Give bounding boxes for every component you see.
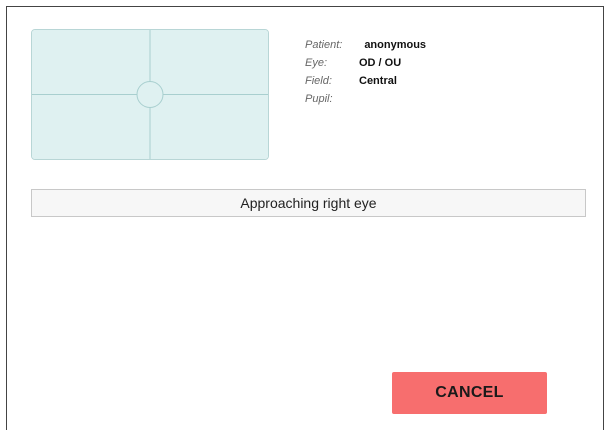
eye-camera-preview bbox=[31, 29, 269, 160]
patient-row: Patient: anonymous bbox=[305, 39, 426, 57]
field-value: Central bbox=[359, 75, 397, 87]
eye-crosshair-icon bbox=[32, 30, 268, 159]
pupil-row: Pupil: bbox=[305, 93, 426, 111]
patient-label: Patient: bbox=[305, 39, 343, 51]
cancel-button[interactable]: CANCEL bbox=[392, 372, 547, 414]
eye-row: Eye: OD / OU bbox=[305, 57, 426, 75]
eye-value: OD / OU bbox=[359, 57, 402, 69]
test-panel: Patient: anonymous Eye: OD / OU Field: C… bbox=[6, 6, 604, 430]
field-label: Field: bbox=[305, 75, 332, 87]
pupil-label: Pupil: bbox=[305, 93, 333, 105]
eye-label: Eye: bbox=[305, 57, 328, 69]
status-message: Approaching right eye bbox=[31, 189, 586, 217]
field-row: Field: Central bbox=[305, 75, 426, 93]
patient-value: anonymous bbox=[364, 39, 427, 51]
patient-info: Patient: anonymous Eye: OD / OU Field: C… bbox=[305, 39, 426, 111]
